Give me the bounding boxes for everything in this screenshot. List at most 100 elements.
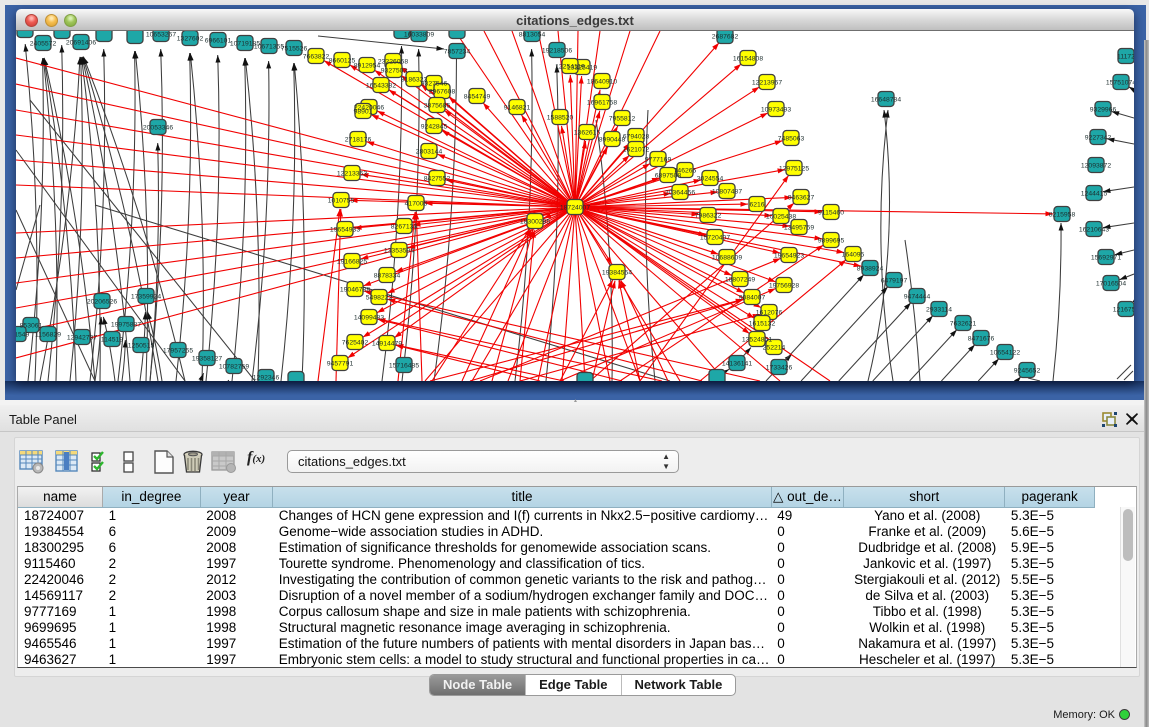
svg-text:8878334: 8878334 — [374, 273, 401, 280]
svg-text:6966101: 6966101 — [205, 38, 232, 45]
svg-text:2718176: 2718176 — [345, 137, 372, 144]
svg-text:10807487: 10807487 — [712, 189, 742, 196]
svg-text:20053346: 20053346 — [143, 125, 173, 132]
svg-text:9463627: 9463627 — [788, 195, 815, 202]
svg-text:19975887: 19975887 — [111, 322, 141, 329]
svg-text:114519: 114519 — [101, 337, 123, 344]
svg-text:17016504: 17016504 — [1096, 281, 1126, 288]
svg-text:17957255: 17957255 — [163, 348, 193, 355]
svg-text:18640910: 18640910 — [587, 79, 617, 86]
svg-text:14099483: 14099483 — [354, 315, 384, 322]
svg-text:10025438: 10025438 — [766, 214, 796, 221]
svg-text:8912954: 8912954 — [354, 63, 381, 70]
svg-text:20691406: 20691406 — [66, 40, 96, 47]
svg-text:1621072: 1621072 — [623, 147, 650, 154]
svg-text:15716485: 15716485 — [389, 363, 419, 370]
svg-text:17359924: 17359924 — [131, 294, 161, 301]
svg-text:7663822: 7663822 — [303, 54, 330, 61]
svg-text:8660125: 8660125 — [329, 58, 356, 65]
svg-text:19654923: 19654923 — [774, 253, 804, 260]
svg-text:3024554: 3024554 — [697, 176, 724, 183]
svg-text:6897508: 6897508 — [655, 173, 682, 180]
svg-text:20364456: 20364456 — [665, 190, 695, 197]
svg-text:9777169: 9777169 — [645, 157, 672, 164]
svg-text:2933114: 2933114 — [926, 307, 952, 314]
svg-text:19358127: 19358127 — [192, 356, 222, 363]
svg-text:15751074: 15751074 — [1106, 80, 1134, 87]
svg-text:18807249: 18807249 — [725, 277, 755, 284]
svg-text:98901: 98901 — [354, 109, 373, 116]
svg-text:9084007: 9084007 — [739, 295, 766, 302]
svg-text:8454749: 8454749 — [464, 94, 491, 101]
svg-text:19654933: 19654933 — [330, 227, 360, 234]
svg-text:9227342: 9227342 — [1085, 135, 1112, 142]
svg-text:13524851: 13524851 — [742, 337, 772, 344]
svg-text:12213967: 12213967 — [752, 80, 782, 87]
svg-text:6216: 6216 — [749, 202, 764, 209]
svg-text:9457791: 9457791 — [327, 361, 354, 368]
svg-text:2687682: 2687682 — [712, 34, 739, 41]
svg-text:417006: 417006 — [405, 201, 428, 208]
svg-text:10653267: 10653267 — [146, 32, 176, 39]
svg-text:9242845: 9242845 — [421, 124, 448, 131]
svg-text:1362615: 1362615 — [574, 130, 601, 137]
svg-text:14136141: 14136141 — [722, 361, 752, 368]
svg-text:2803144: 2803144 — [416, 149, 443, 156]
svg-text:12093872: 12093872 — [1081, 163, 1111, 170]
svg-text:18724007: 18724007 — [560, 205, 590, 212]
svg-text:1244415: 1244415 — [1081, 191, 1108, 198]
svg-text:2405572: 2405572 — [30, 41, 57, 48]
svg-text:1292346: 1292346 — [253, 375, 280, 382]
svg-text:15692971: 15692971 — [1091, 255, 1121, 262]
svg-text:1615132: 1615132 — [749, 321, 776, 328]
svg-text:9327503: 9327503 — [381, 68, 408, 75]
svg-text:13353594: 13353594 — [384, 248, 414, 255]
svg-text:7857234: 7857234 — [444, 49, 471, 56]
svg-text:9899695: 9899695 — [818, 238, 845, 245]
svg-text:7955812: 7955812 — [609, 116, 636, 123]
svg-text:1733426: 1733426 — [766, 365, 793, 372]
svg-text:9146821: 9146821 — [504, 105, 531, 112]
svg-text:5498222: 5498222 — [366, 295, 393, 302]
svg-text:7485063: 7485063 — [778, 136, 805, 143]
svg-text:15720407: 15720407 — [700, 235, 730, 242]
svg-text:6479197: 6479197 — [881, 278, 908, 285]
svg-text:1216753: 1216753 — [1113, 307, 1134, 314]
svg-text:8215958: 8215958 — [1049, 212, 1076, 219]
svg-text:16961758: 16961758 — [587, 100, 617, 107]
svg-text:391549: 391549 — [16, 332, 30, 339]
svg-text:8990448: 8990448 — [599, 137, 626, 144]
svg-text:13495759: 13495759 — [784, 225, 814, 232]
svg-text:6794028: 6794028 — [623, 134, 650, 141]
svg-text:7632621: 7632621 — [950, 321, 977, 328]
svg-text:9115460: 9115460 — [818, 210, 844, 217]
svg-text:1156829: 1156829 — [35, 332, 61, 339]
svg-text:7625402: 7625402 — [342, 340, 369, 347]
svg-text:8267130: 8267130 — [391, 224, 418, 231]
svg-text:164095: 164095 — [842, 252, 865, 259]
svg-text:19218506: 19218506 — [542, 48, 572, 55]
svg-text:853061: 853061 — [20, 323, 43, 330]
svg-text:9474444: 9474444 — [904, 294, 931, 301]
svg-text:9329966: 9329966 — [1090, 107, 1117, 114]
svg-text:8427552: 8427552 — [424, 176, 451, 183]
svg-text:12942737: 12942737 — [67, 335, 97, 342]
svg-text:9327546: 9327546 — [421, 81, 448, 88]
svg-text:12254119: 12254119 — [555, 64, 585, 71]
svg-text:7515526: 7515526 — [281, 46, 308, 53]
svg-text:8471676: 8471676 — [968, 336, 995, 343]
svg-text:1588520: 1588520 — [547, 115, 574, 122]
svg-text:10671355: 10671355 — [254, 44, 284, 51]
svg-text:19756928: 19756928 — [769, 283, 799, 290]
svg-text:2967608: 2967608 — [429, 89, 456, 96]
svg-text:16210643: 16210643 — [1079, 227, 1109, 234]
svg-text:12975125: 12975125 — [779, 166, 809, 173]
svg-text:1612076: 1612076 — [756, 310, 783, 317]
svg-text:252214: 252214 — [763, 345, 786, 352]
svg-text:19046788: 19046788 — [340, 287, 370, 294]
svg-text:16543382: 16543382 — [366, 83, 396, 90]
svg-text:10654122: 10654122 — [990, 350, 1020, 357]
svg-text:3875685: 3875685 — [424, 103, 451, 110]
svg-text:19166825: 19166825 — [337, 259, 367, 266]
svg-text:8813054: 8813054 — [519, 32, 546, 39]
